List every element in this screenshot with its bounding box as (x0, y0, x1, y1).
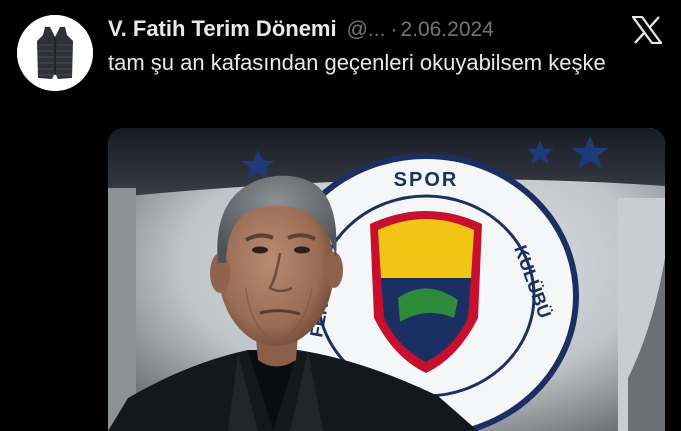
tweet-date[interactable]: 2.06.2024 (400, 18, 493, 42)
svg-text:SPOR: SPOR (394, 169, 459, 191)
photo-scene: SPOR KULÜBÜ FENE (108, 128, 665, 431)
author-name[interactable]: V. Fatih Terim Dönemi (108, 16, 337, 42)
tweet-text: tam şu an kafasından geçenleri okuyabils… (108, 50, 606, 75)
x-logo-icon (632, 16, 662, 44)
tweet-image[interactable]: SPOR KULÜBÜ FENE (108, 128, 665, 431)
tweet-header: V. Fatih Terim Dönemi @... · 2.06.2024 (108, 16, 494, 46)
author-handle[interactable]: @... (347, 18, 386, 42)
avatar[interactable] (17, 15, 93, 91)
separator: · (390, 18, 398, 41)
tweet[interactable]: V. Fatih Terim Dönemi @... · 2.06.2024 t… (0, 0, 681, 431)
padded-vest-icon (17, 15, 93, 91)
